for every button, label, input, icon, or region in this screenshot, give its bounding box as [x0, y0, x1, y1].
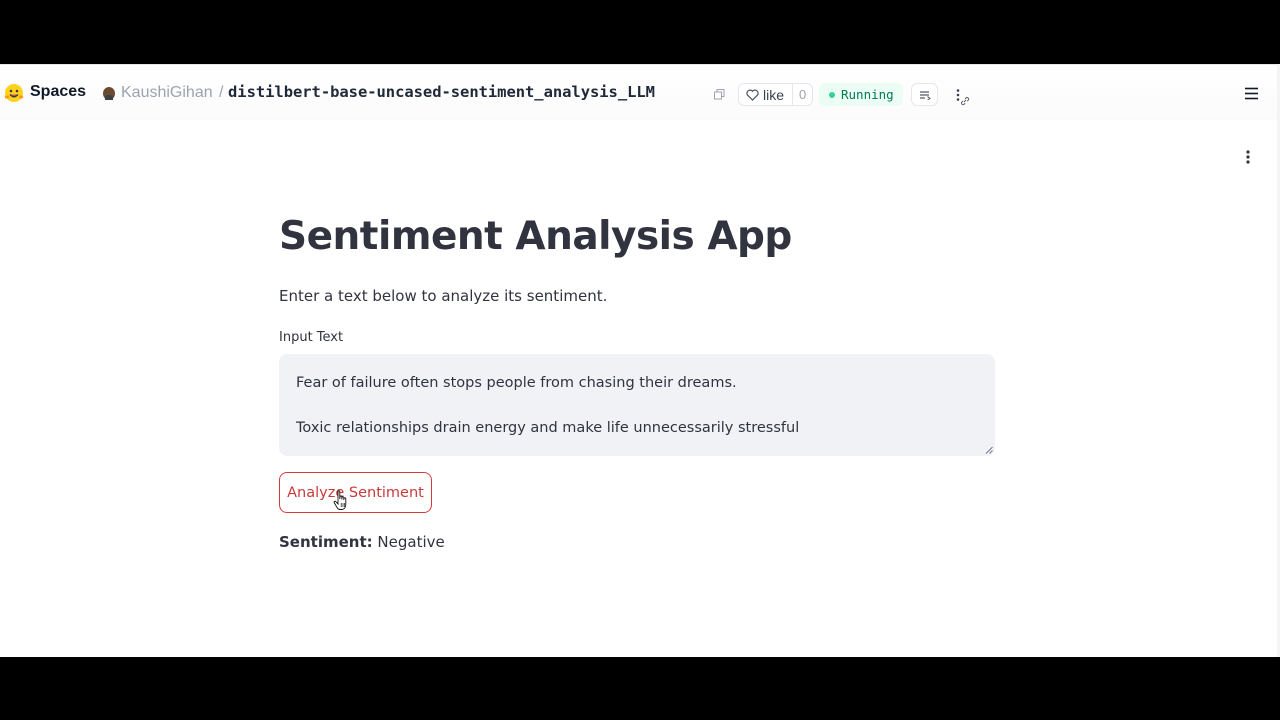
like-button[interactable]: like — [739, 84, 794, 105]
spaces-link[interactable]: Spaces — [30, 83, 86, 101]
heart-icon — [746, 89, 759, 101]
like-label: like — [763, 86, 785, 103]
copy-icon[interactable] — [714, 89, 725, 100]
analyze-sentiment-button[interactable]: Analyze Sentiment — [279, 472, 432, 513]
input-text-area[interactable]: Fear of failure often stops people from … — [279, 354, 995, 456]
sentiment-result-label: Sentiment: — [279, 533, 373, 551]
hf-header: Spaces KaushiGihan / distilbert-base-unc… — [0, 64, 1280, 120]
owner-link[interactable]: KaushiGihan — [121, 84, 213, 102]
hugging-face-icon[interactable] — [4, 83, 24, 103]
logs-icon — [919, 90, 931, 100]
more-vertical-icon — [1246, 150, 1250, 164]
sentiment-result: Sentiment: Negative — [279, 533, 445, 551]
status-label: Running — [841, 87, 894, 102]
resize-handle-icon[interactable] — [985, 446, 993, 454]
status-dot — [829, 92, 835, 98]
input-text-label: Input Text — [279, 330, 344, 345]
page-title: Sentiment Analysis App — [279, 214, 792, 259]
browser-viewport: Spaces KaushiGihan / distilbert-base-unc… — [0, 64, 1280, 657]
logs-button[interactable] — [911, 83, 938, 106]
like-count[interactable]: 0 — [793, 87, 812, 102]
repo-link[interactable]: distilbert-base-uncased-sentiment_analys… — [228, 83, 655, 101]
hamburger-icon[interactable] — [1244, 87, 1259, 100]
like-group: like 0 — [738, 83, 814, 106]
owner-avatar[interactable] — [103, 87, 115, 100]
page-subtitle: Enter a text below to analyze its sentim… — [279, 287, 608, 305]
screen-bottom-bar — [0, 657, 1280, 720]
app-main-menu-button[interactable] — [1240, 148, 1256, 166]
sentiment-result-value: Negative — [377, 533, 445, 551]
status-badge[interactable]: Running — [819, 83, 903, 106]
screen-top-bar — [0, 0, 1280, 64]
link-cursor-icon — [961, 97, 970, 106]
path-separator: / — [219, 84, 224, 101]
